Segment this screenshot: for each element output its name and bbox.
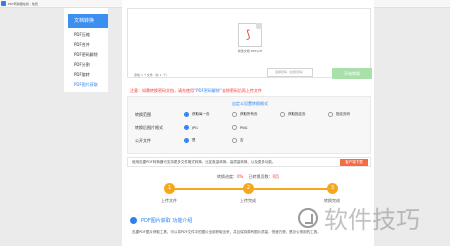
option-label: 获取每一页 (192, 112, 210, 116)
file-stats: 添加 1 个文件（共 1 个） (134, 73, 169, 77)
sidebar-item-pdf-compress[interactable]: PDF压缩 (74, 32, 90, 38)
pages-converted-label: 已转换页数： (248, 174, 273, 179)
option-label: 指定页码 (336, 112, 350, 116)
client-tip-bar: 使用迅捷PDF转换器可支持更多文件格式转换，比如批量转换、高质量转换、以及更多功… (127, 157, 371, 167)
info-icon (130, 217, 137, 224)
radio-icon (328, 112, 333, 117)
progress-info: 转换进度：0% 已转换页数：0页 (122, 174, 374, 180)
watermark: 软件技巧 (298, 200, 420, 235)
range-option-each-page[interactable]: 获取每一页 (184, 112, 210, 117)
pdf-logo-icon: ⟆ (246, 28, 251, 41)
intro-title-text: PDF图片获取 功能介绍 (141, 218, 193, 224)
range-label: 转换范围 (135, 112, 151, 117)
option-label: 是 (192, 138, 196, 142)
client-download-button[interactable]: 客户端下载 (340, 159, 368, 166)
step-1-label: 上传文件 (161, 198, 177, 203)
file-name: 新建文档 PDF.pdf (237, 49, 263, 53)
progress-value: 0% (237, 174, 244, 179)
public-option-yes[interactable]: 是 (184, 138, 196, 143)
option-label: 获取指定页 (288, 112, 306, 116)
radio-checked-icon (184, 138, 189, 143)
favicon-icon (1, 1, 6, 6)
tip-text: 使用迅捷PDF转换器可支持更多文件格式转换，比如批量转换、高质量转换、以及更多功… (132, 160, 276, 164)
public-option-no[interactable]: 否 (232, 138, 244, 143)
page-fold-icon (256, 23, 262, 29)
progress-label: 转换进度： (217, 174, 237, 179)
watermark-logo-icon (298, 207, 318, 228)
option-label: PNG (240, 125, 248, 130)
settings-title: 自定义设置转换格式 (232, 101, 268, 106)
sidebar-item-pdf-rotate[interactable]: PDF旋转 (74, 72, 90, 78)
settings-panel: 自定义设置转换格式 转换范围 获取每一页 获取所有页 获取指定页 指定页码 转换… (127, 96, 371, 154)
step-2-label: 上传完成 (240, 198, 256, 203)
option-label: JPG (192, 125, 198, 130)
range-option-all-pages[interactable]: 获取所有页 (232, 112, 258, 117)
upload-card: ⟆ 新建文档 PDF.pdf 添加 1 个文件（共 1 个） 选择页码（全部页码… (127, 8, 372, 79)
pdf-file-icon[interactable]: ⟆ (238, 23, 262, 47)
radio-icon (232, 138, 237, 143)
notice-suffix: 去除密码后再上传文件 (221, 88, 262, 93)
option-label: 获取所有页 (240, 112, 258, 116)
pages-converted-value: 0页 (272, 174, 279, 179)
sidebar-header[interactable]: 文档转换 (68, 14, 108, 28)
step-3-circle: 3 (327, 183, 338, 194)
option-label: 否 (240, 138, 244, 142)
format-label: 转换后图片格式 (135, 125, 163, 130)
radio-icon (232, 112, 237, 117)
notice-unlock-link[interactable]: “PDF密码解除” (194, 88, 222, 93)
pages-input[interactable]: 选择页码（全部页码） (267, 68, 313, 77)
format-option-jpg[interactable]: JPG (184, 125, 198, 130)
step-1-circle: 1 (164, 183, 175, 194)
notice-prefix: 注意：如需转换密码文档，请先使用 (130, 88, 194, 93)
format-option-png[interactable]: PNG (232, 125, 247, 130)
radio-icon (232, 125, 237, 130)
intro-title: PDF图片获取 功能介绍 (130, 217, 192, 224)
sidebar-item-pdf-merge[interactable]: PDF合并 (74, 42, 90, 48)
radio-icon (280, 112, 285, 117)
range-option-page-numbers[interactable]: 指定页码 (328, 112, 350, 117)
sidebar-item-pdf-image-extract[interactable]: PDF图片获取 (74, 82, 98, 88)
sidebar-item-pdf-split[interactable]: PDF分割 (74, 62, 90, 68)
range-option-specified-pages[interactable]: 获取指定页 (280, 112, 306, 117)
public-label: 公开文件 (135, 138, 151, 143)
start-convert-button[interactable]: 开始转换 (332, 68, 372, 79)
password-notice: 注意：如需转换密码文档，请先使用“PDF密码解除”去除密码后再上传文件 (130, 88, 262, 94)
sidebar-item-pdf-unlock[interactable]: PDF密码解除 (74, 52, 98, 58)
sidebar: 文档转换 PDF压缩 PDF合并 PDF密码解除 PDF分割 PDF旋转 PDF… (64, 8, 108, 92)
step-2-circle: 2 (243, 183, 254, 194)
watermark-text: 软件技巧 (324, 206, 420, 234)
radio-checked-icon (184, 125, 189, 130)
tab-title[interactable]: PDF转换器在线 - 免费 (8, 0, 38, 8)
radio-checked-icon (184, 112, 189, 117)
